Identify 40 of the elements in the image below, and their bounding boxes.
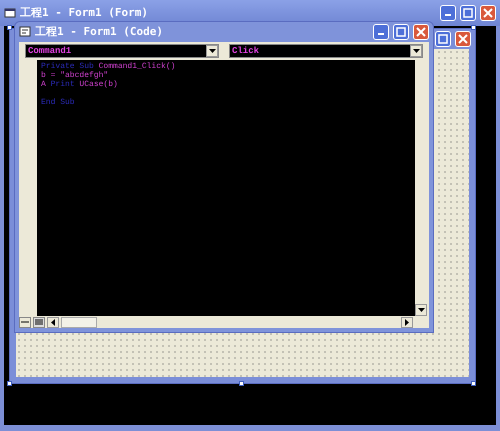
- maximize-icon: [463, 8, 473, 18]
- right-arrow-icon: [405, 318, 409, 326]
- window-title: 工程1 - Form1 (Code): [35, 24, 163, 40]
- close-icon: [483, 8, 493, 18]
- close-button[interactable]: [413, 24, 429, 40]
- maximize-icon: [396, 27, 406, 37]
- procedure-dropdown[interactable]: Click: [229, 44, 423, 58]
- window-title: 工程1 - Form1 (Form): [20, 4, 148, 21]
- maximize-button[interactable]: [435, 31, 451, 47]
- close-icon: [458, 34, 468, 44]
- scroll-thumb[interactable]: [61, 316, 97, 328]
- resize-handle[interactable]: [7, 381, 12, 386]
- maximize-button[interactable]: [460, 5, 476, 21]
- minimize-button[interactable]: [373, 24, 389, 40]
- caret-icon: [208, 49, 216, 53]
- scroll-right-button[interactable]: [401, 316, 413, 328]
- close-button[interactable]: [455, 31, 471, 47]
- resize-handle[interactable]: [471, 25, 476, 30]
- resize-handle[interactable]: [471, 381, 476, 386]
- form-icon: [4, 7, 16, 19]
- module-view-icon: [33, 316, 45, 328]
- scroll-down-button[interactable]: [415, 304, 427, 316]
- resize-handle[interactable]: [239, 381, 244, 386]
- scroll-left-button[interactable]: [47, 316, 59, 328]
- maximize-button[interactable]: [393, 24, 409, 40]
- code-line: b = "abcdefgh": [41, 71, 110, 80]
- maximize-icon: [438, 34, 448, 44]
- minimize-button[interactable]: [440, 5, 456, 21]
- close-icon: [416, 27, 426, 37]
- code-line: End Sub: [41, 97, 76, 107]
- caret-icon: [412, 49, 420, 53]
- code-line: A Print UCase(b): [41, 80, 119, 89]
- code-icon: [19, 26, 31, 38]
- close-button[interactable]: [480, 5, 496, 21]
- left-arrow-icon: [51, 318, 55, 326]
- resize-handle[interactable]: [7, 25, 12, 30]
- caret-icon: [418, 308, 424, 312]
- code-editor[interactable]: Private Sub Command1_Click() b = "abcdefgh" A Print UCase(b) End Sub: [37, 60, 415, 316]
- code-line: Private Sub Command1_Click(): [41, 62, 176, 71]
- object-dropdown[interactable]: Command1: [25, 44, 219, 58]
